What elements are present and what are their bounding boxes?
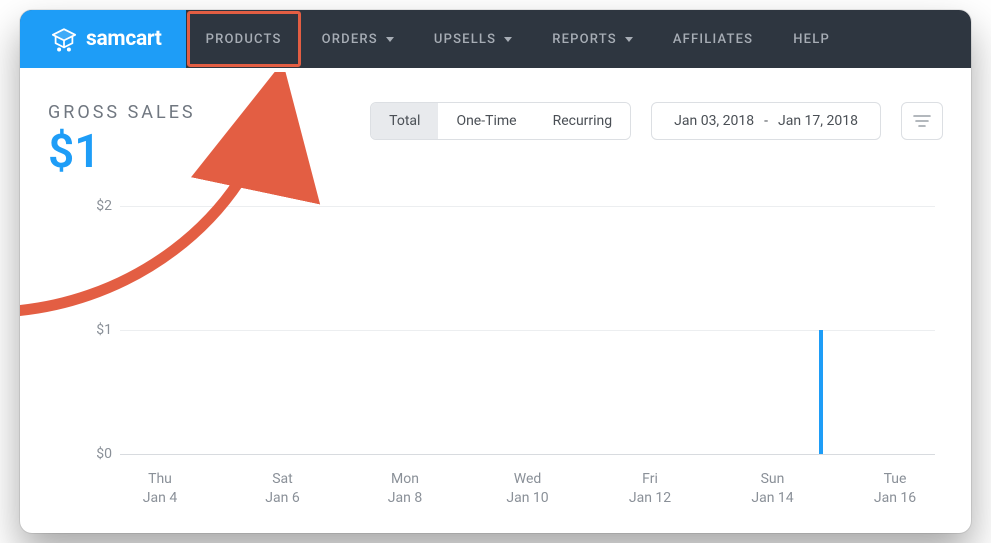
tab-recurring[interactable]: Recurring [535,103,631,139]
x-tick: FriJan 12 [610,470,690,508]
brand-name: samcart [86,27,162,51]
date-to: Jan 17, 2018 [778,113,858,129]
nav-items: PRODUCTS ORDERS UPSELLS REPORTS AFFILIAT… [186,10,850,68]
x-axis-labels: ThuJan 4 SatJan 6 MonJan 8 WedJan 10 FriJan … [120,470,935,508]
app-window: samcart PRODUCTS ORDERS UPSELLS REPORTS … [20,10,971,533]
metric-value: $1 [48,127,278,178]
x-tick: WedJan 10 [488,470,568,508]
sales-type-tabs: Total One-Time Recurring [370,102,631,140]
gridline [120,206,935,207]
filter-icon [913,114,931,128]
nav-item-orders[interactable]: ORDERS [302,10,414,68]
x-tick: MonJan 8 [365,470,445,508]
cart-icon [50,25,78,53]
y-tick: $2 [72,198,112,214]
nav-item-products[interactable]: PRODUCTS [186,10,302,68]
nav-item-help[interactable]: HELP [773,10,850,68]
y-tick: $1 [72,322,112,338]
gridline [120,330,935,331]
nav-item-affiliates[interactable]: AFFILIATES [653,10,773,68]
chart-bar[interactable] [819,330,823,454]
filter-button[interactable] [901,102,943,140]
x-tick: TueJan 16 [855,470,935,508]
content: GROSS SALES $1 Total One-Time Recurring … [20,68,971,524]
date-range-picker[interactable]: Jan 03, 2018 - Jan 17, 2018 [651,102,881,140]
nav-label: ORDERS [322,32,378,47]
date-separator: - [764,113,768,129]
nav-label: UPSELLS [434,32,496,47]
baseline [120,454,935,455]
tab-onetime[interactable]: One-Time [438,103,534,139]
date-from: Jan 03, 2018 [674,113,754,129]
chevron-down-icon [386,37,394,42]
x-tick: ThuJan 4 [120,470,200,508]
nav-label: HELP [793,32,830,47]
metric-title: GROSS SALES [48,102,278,123]
y-tick: $0 [72,446,112,462]
x-tick: SatJan 6 [243,470,323,508]
tab-total[interactable]: Total [371,103,438,139]
x-tick: SunJan 14 [733,470,813,508]
nav-item-reports[interactable]: REPORTS [532,10,653,68]
nav-label: REPORTS [552,32,617,47]
metric-block: GROSS SALES $1 [48,102,278,178]
chevron-down-icon [504,37,512,42]
chevron-down-icon [625,37,633,42]
plot-area [120,194,935,454]
controls-row: GROSS SALES $1 Total One-Time Recurring … [48,102,943,178]
nav-item-upsells[interactable]: UPSELLS [414,10,532,68]
nav-label: PRODUCTS [206,32,282,47]
brand-logo[interactable]: samcart [20,10,186,68]
sales-chart: $2 $1 $0 ThuJan 4 SatJan 6 MonJan 8 WedJan … [48,194,943,514]
top-nav: samcart PRODUCTS ORDERS UPSELLS REPORTS … [20,10,971,68]
nav-label: AFFILIATES [673,32,753,47]
